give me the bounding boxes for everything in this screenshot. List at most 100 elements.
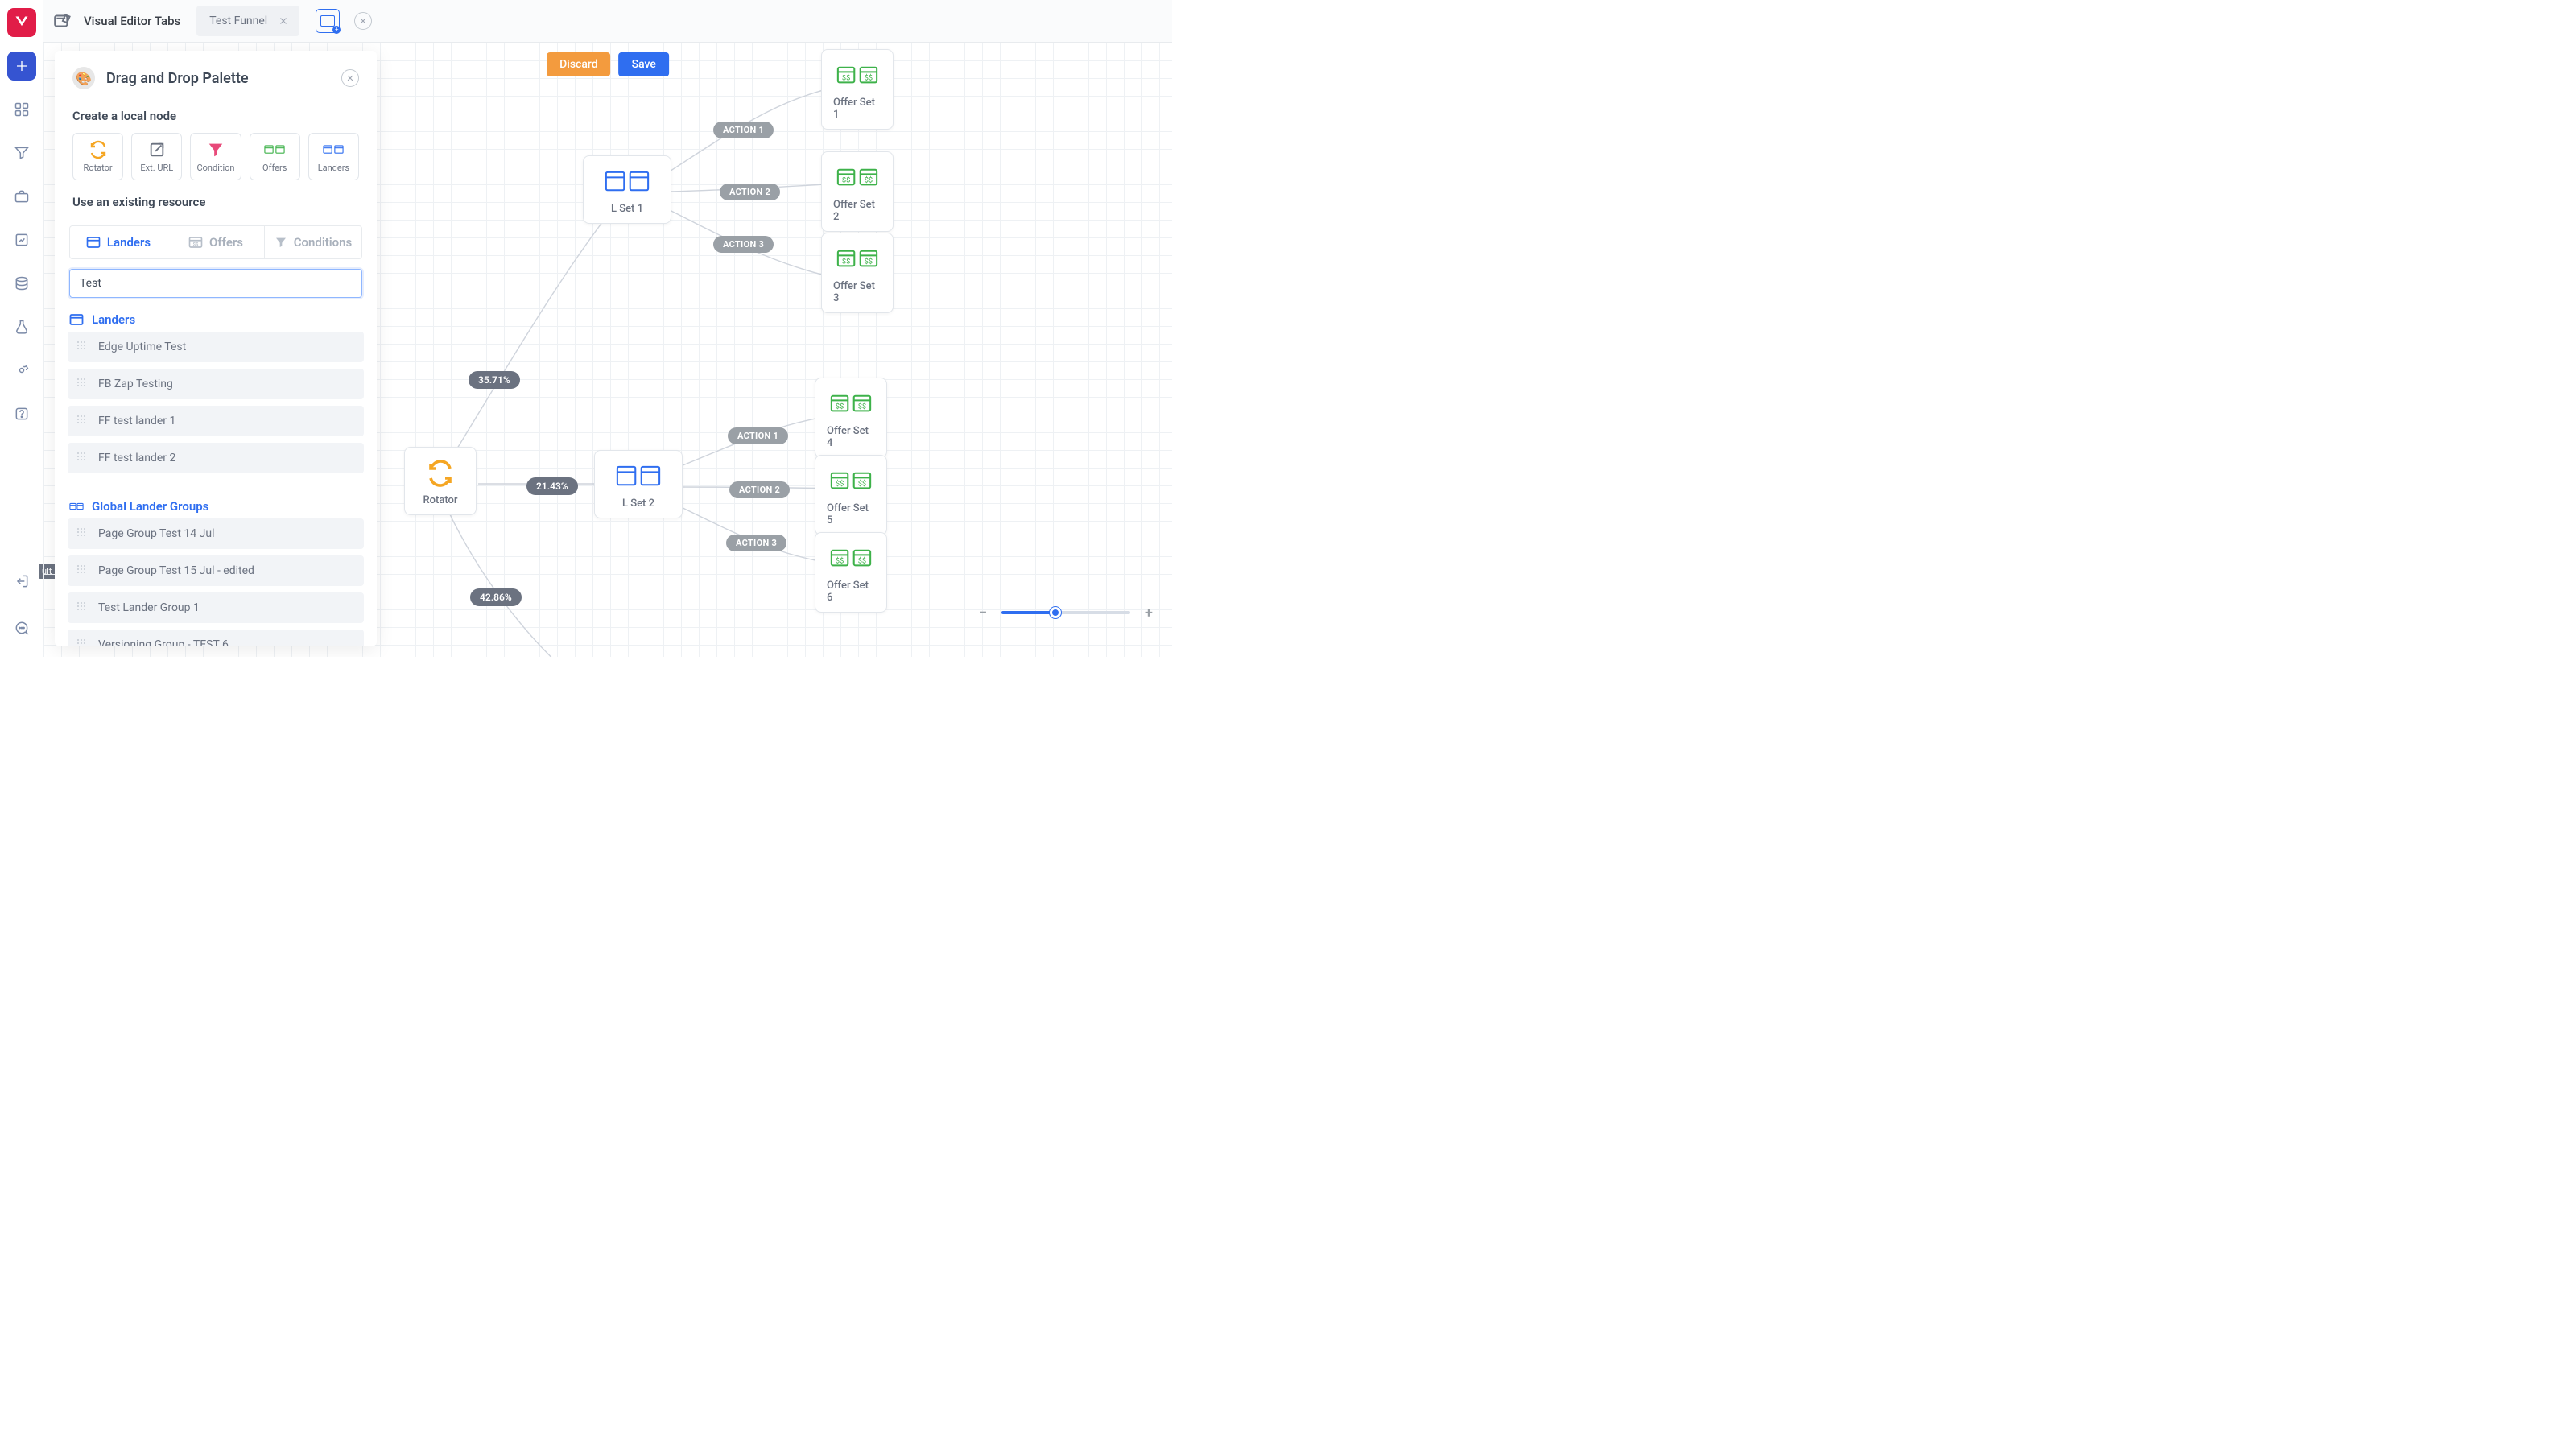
palette-panel: 🎨 Drag and Drop Palette Create a local n…	[55, 51, 377, 646]
close-all-tabs-button[interactable]	[354, 12, 372, 30]
node-label: Rotator	[423, 494, 457, 506]
item-label: Edge Uptime Test	[98, 341, 186, 353]
funnel-icon[interactable]	[7, 138, 36, 167]
close-icon[interactable]	[277, 14, 290, 27]
nodetype-exturl[interactable]: Ext. URL	[131, 133, 182, 180]
node-offer-5[interactable]: $$$$ Offer Set 5	[815, 455, 887, 535]
create-heading: Create a local node	[55, 101, 377, 133]
node-offer-1[interactable]: $$ $$ Offer Set 1	[821, 49, 894, 130]
landers-icon	[616, 462, 661, 491]
offers-icon: $$ $$	[828, 544, 873, 573]
svg-text:$$: $$	[842, 258, 850, 266]
nodetype-landers[interactable]: Landers	[308, 133, 359, 180]
editor-icon	[53, 10, 74, 31]
list-item[interactable]: Versioning Group - TEST 6	[68, 630, 364, 646]
briefcase-icon[interactable]	[7, 182, 36, 211]
grip-icon	[77, 639, 89, 646]
node-offer-2[interactable]: $$$$ Offer Set 2	[821, 151, 894, 232]
node-label: Offer Set 3	[833, 280, 881, 304]
node-offer-4[interactable]: $$$$ Offer Set 4	[815, 378, 887, 458]
svg-text:$$: $$	[858, 557, 866, 566]
offers-icon: $$$$	[828, 390, 873, 419]
zoom-slider[interactable]	[1001, 611, 1130, 614]
list-item[interactable]: Page Group Test 14 Jul	[68, 518, 364, 549]
tab-offers[interactable]: $$ Offers	[167, 226, 265, 258]
node-label: L Set 2	[622, 497, 654, 510]
nodetype-rotator[interactable]: Rotator	[72, 133, 123, 180]
save-button[interactable]: Save	[619, 52, 669, 76]
landers-list: Edge Uptime Test FB Zap Testing FF test …	[55, 332, 377, 485]
svg-text:$$: $$	[865, 258, 873, 266]
tab-landers[interactable]: Landers	[70, 226, 167, 258]
node-label: Offer Set 5	[827, 502, 875, 526]
node-rotator[interactable]: Rotator	[404, 447, 477, 515]
report-icon[interactable]	[7, 225, 36, 254]
pct-pill-1: 35.71%	[469, 371, 520, 389]
item-label: Versioning Group - TEST 6	[98, 638, 229, 646]
nodetype-offers[interactable]: Offers	[250, 133, 300, 180]
help-icon[interactable]	[7, 399, 36, 428]
dashboard-icon[interactable]	[7, 95, 36, 124]
offers-icon: $$ $$	[835, 245, 880, 274]
palette-close-button[interactable]	[341, 69, 359, 87]
action-pill-1c: ACTION 3	[713, 236, 774, 253]
settings-icon[interactable]	[7, 356, 36, 385]
lab-icon[interactable]	[7, 312, 36, 341]
node-offer-6[interactable]: $$ $$ Offer Set 6	[815, 532, 887, 613]
nodetype-label: Rotator	[84, 163, 113, 173]
grip-icon	[77, 602, 89, 613]
canvas[interactable]: Discard Save 35.71% 21.43% 42.86%	[43, 43, 1172, 657]
svg-text:$$: $$	[836, 480, 844, 489]
sidebar-add-button[interactable]	[7, 52, 36, 80]
svg-text:$$: $$	[842, 74, 850, 83]
sidebar: ult	[0, 0, 43, 657]
search	[69, 269, 362, 298]
grip-icon	[77, 452, 89, 464]
search-input[interactable]	[69, 269, 362, 298]
node-lset2[interactable]: L Set 2	[594, 450, 683, 518]
svg-text:$$: $$	[858, 402, 866, 411]
section-groups-head: Global Lander Groups	[55, 485, 377, 518]
section-title: Landers	[92, 312, 135, 327]
landers-icon	[605, 167, 650, 196]
svg-text:$$: $$	[836, 557, 844, 566]
tab-label: Offers	[209, 235, 243, 250]
node-label: Offer Set 1	[833, 97, 881, 121]
zoom-in-button[interactable]: +	[1141, 605, 1156, 620]
database-icon[interactable]	[7, 269, 36, 298]
pct-pill-2: 21.43%	[526, 477, 578, 495]
tab-test-funnel[interactable]: Test Funnel	[196, 6, 299, 36]
zoom-out-button[interactable]: −	[976, 605, 990, 620]
list-item[interactable]: FF test lander 1	[68, 406, 364, 436]
node-label: Offer Set 6	[827, 580, 875, 604]
tab-conditions[interactable]: Conditions	[265, 226, 361, 258]
svg-text:$$: $$	[865, 176, 873, 185]
svg-text:$$: $$	[193, 242, 199, 248]
list-item[interactable]: Edge Uptime Test	[68, 332, 364, 362]
svg-text:$$: $$	[865, 74, 873, 83]
list-item[interactable]: FF test lander 2	[68, 443, 364, 473]
node-label: L Set 1	[611, 203, 643, 215]
node-types: Rotator Ext. URL Condition Offers Lander…	[55, 133, 377, 187]
zoom-knob[interactable]	[1050, 607, 1061, 618]
grip-icon	[77, 341, 89, 353]
list-item[interactable]: FB Zap Testing	[68, 369, 364, 399]
list-item[interactable]: Test Lander Group 1	[68, 592, 364, 623]
logout-icon[interactable]	[7, 567, 36, 596]
discard-button[interactable]: Discard	[547, 52, 610, 76]
app-logo[interactable]	[7, 8, 36, 37]
new-tab-button[interactable]: +	[316, 9, 340, 33]
node-lset1[interactable]: L Set 1	[583, 155, 671, 224]
nodetype-condition[interactable]: Condition	[190, 133, 241, 180]
node-offer-3[interactable]: $$ $$ Offer Set 3	[821, 233, 894, 313]
grip-icon	[77, 378, 89, 390]
action-bar: Discard Save	[547, 52, 669, 76]
list-item[interactable]: Page Group Test 15 Jul - edited	[68, 555, 364, 586]
section-title: Global Lander Groups	[92, 499, 208, 514]
chat-icon[interactable]	[7, 613, 36, 642]
offers-icon	[264, 142, 285, 158]
offers-icon: $$$$	[828, 467, 873, 496]
action-pill-2a: ACTION 1	[728, 427, 788, 444]
offers-icon: $$$$	[835, 163, 880, 192]
palette-icon: 🎨	[72, 67, 95, 89]
